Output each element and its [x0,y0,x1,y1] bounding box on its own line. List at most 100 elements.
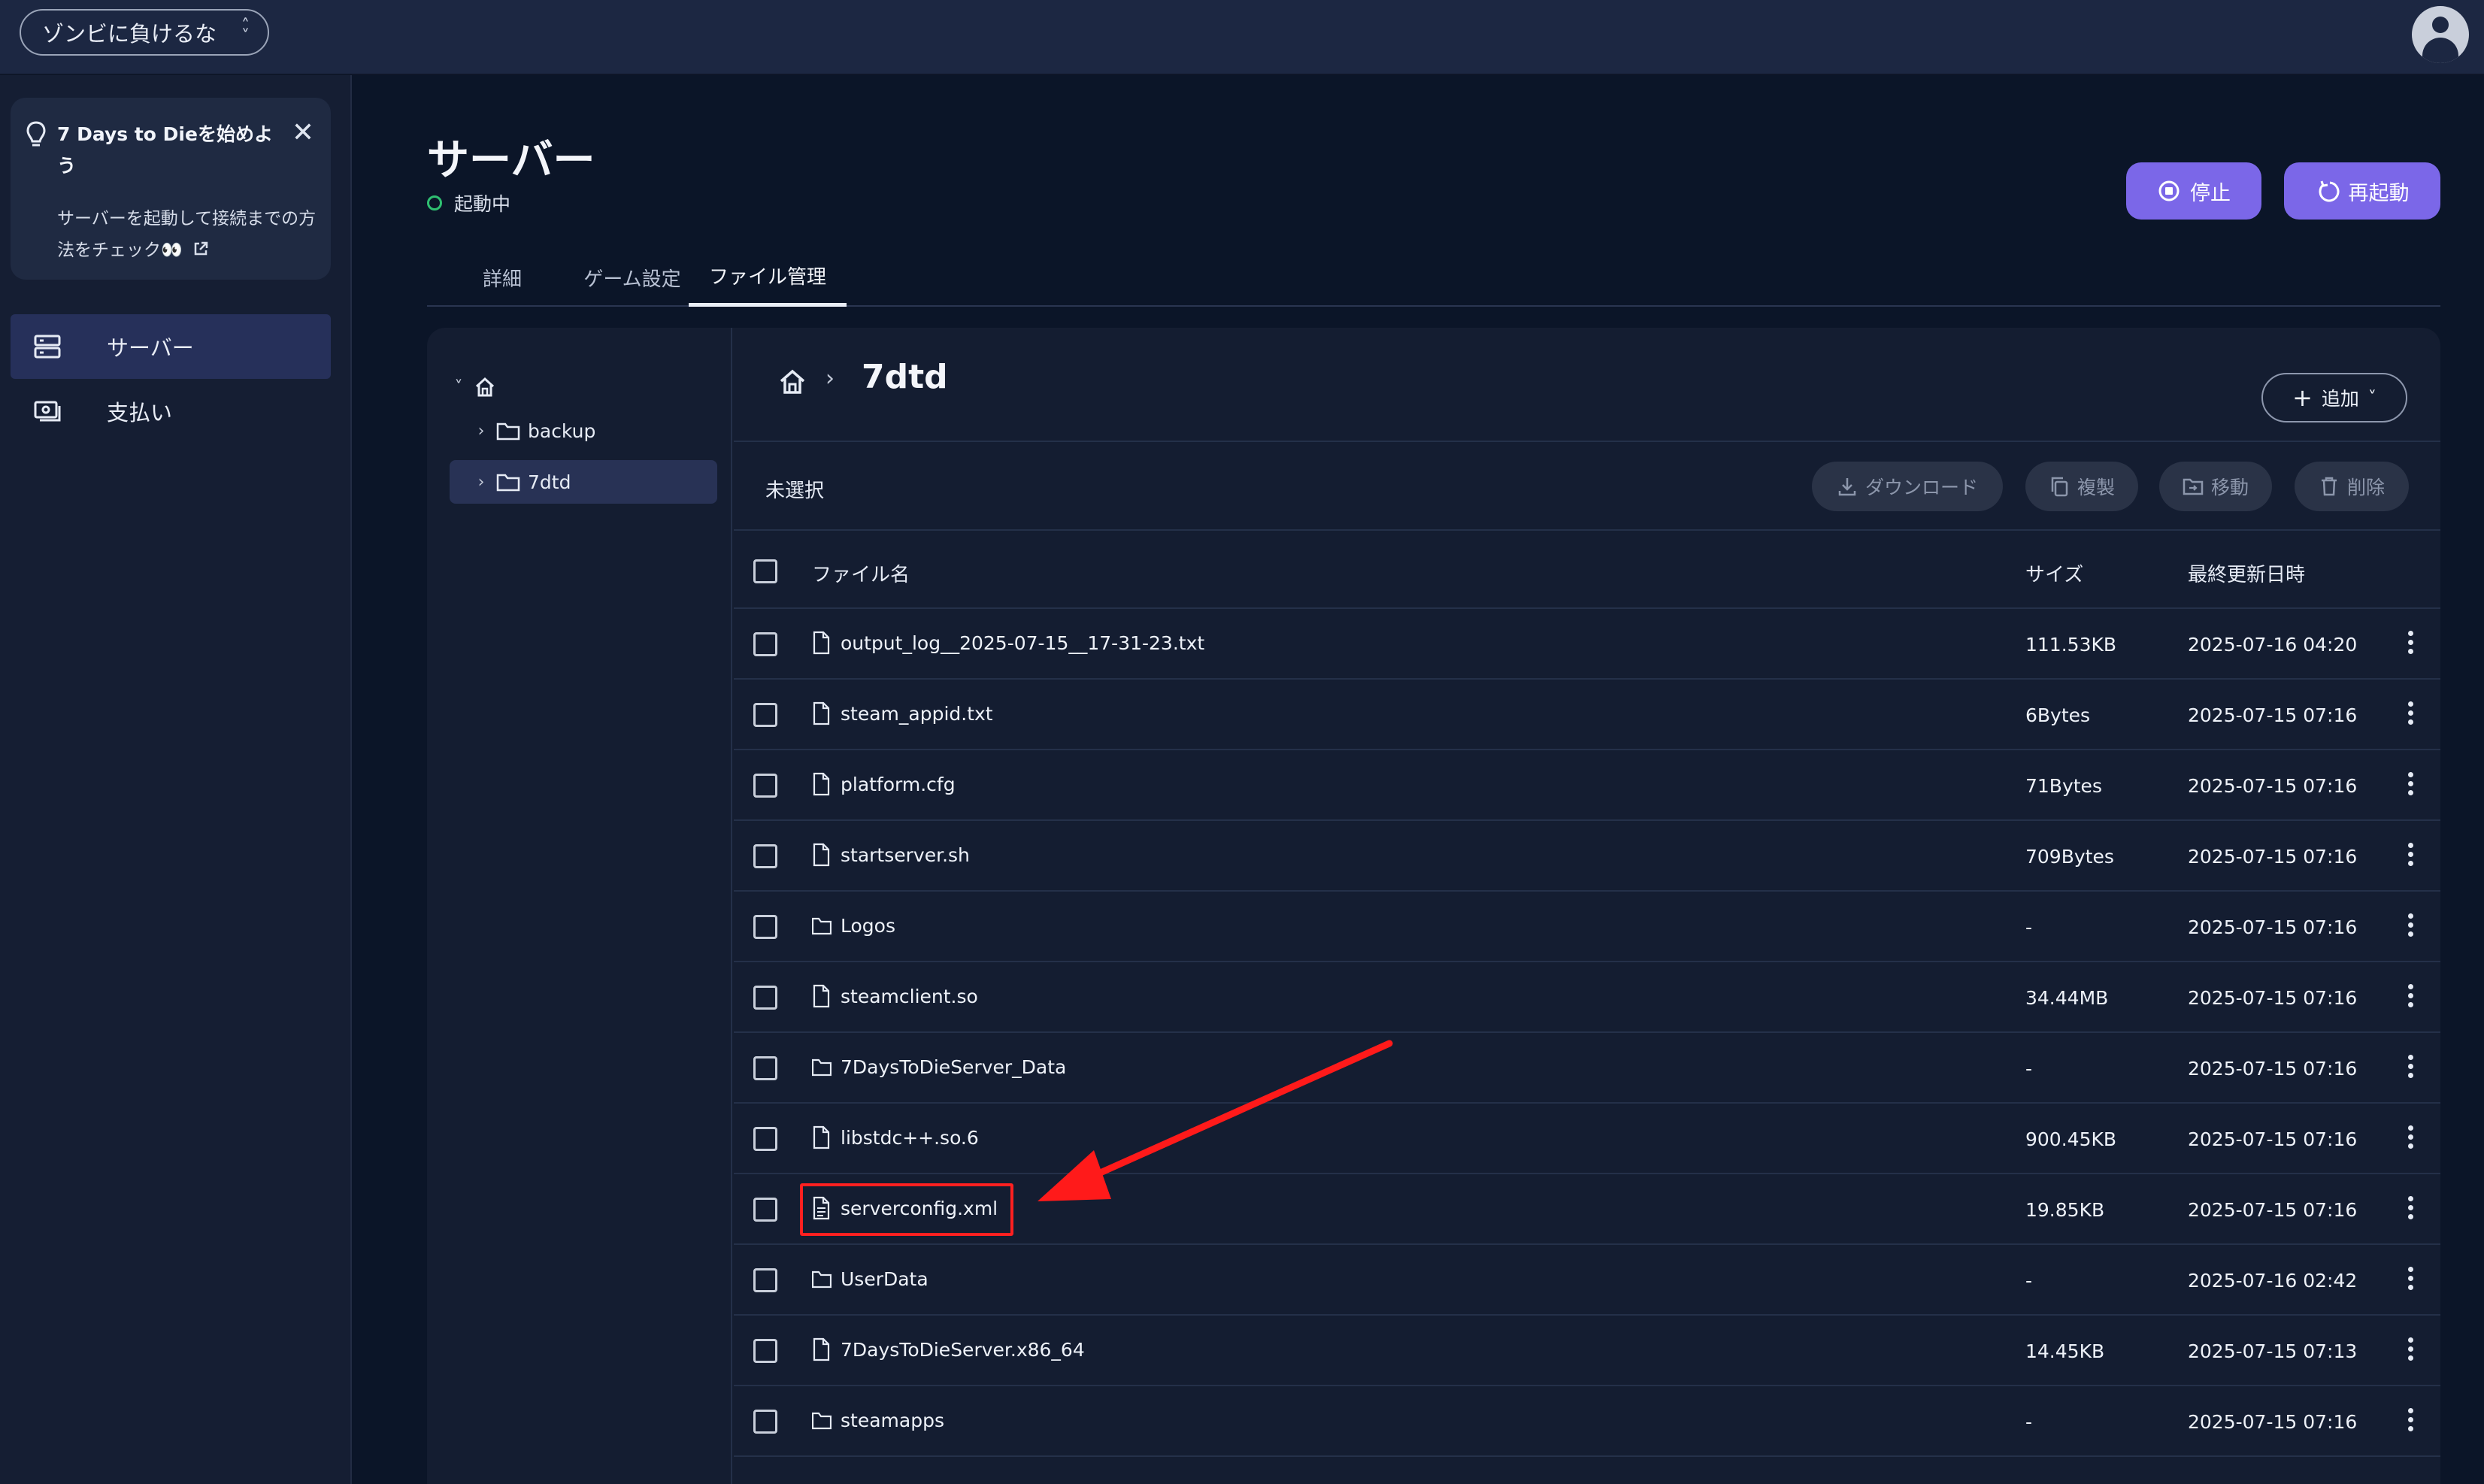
file-name-cell[interactable]: steamclient.so [812,984,978,1008]
row-checkbox[interactable] [753,1056,777,1080]
row-checkbox[interactable] [753,1127,777,1151]
file-name-cell[interactable]: platform.cfg [812,772,956,796]
home-icon[interactable] [777,367,807,397]
file-name-cell[interactable]: startserver.sh [812,843,970,867]
tip-link[interactable]: サーバーを起動して接続までの方法をチェック👀 [57,203,320,266]
move-button[interactable]: 移動 [2159,462,2272,511]
tree-item-backup[interactable]: › backup [450,409,717,453]
more-options-icon[interactable] [2404,1196,2416,1219]
more-options-icon[interactable] [2404,984,2416,1007]
copy-button[interactable]: 複製 [2025,462,2138,511]
table-row[interactable]: output_log__2025-07-15__17-31-23.txt 111.… [734,609,2440,680]
more-options-icon[interactable] [2404,701,2416,725]
current-folder: 7dtd [862,358,948,396]
column-header-name[interactable]: ファイル名 [812,559,910,587]
table-row[interactable]: 7DaysToDieServer.x86_64 14.45KB 2025-07-15… [734,1316,2440,1386]
table-row[interactable]: UserData - 2025-07-16 02:42 [734,1245,2440,1316]
chevron-right-icon[interactable]: › [472,473,490,492]
file-name-cell[interactable]: libstdc++.so.6 [812,1125,979,1149]
more-options-icon[interactable] [2404,1125,2416,1149]
stop-button[interactable]: 停止 [2126,162,2261,220]
row-checkbox[interactable] [753,1410,777,1434]
file-name-cell[interactable]: 7DaysToDieServer.x86_64 [812,1337,1085,1361]
row-checkbox[interactable] [753,774,777,798]
close-icon[interactable]: ✕ [290,120,316,147]
file-name: steamapps [841,1409,944,1431]
more-options-icon[interactable] [2404,1267,2416,1290]
tree-root[interactable]: ˅ [450,365,717,409]
select-all-checkbox[interactable] [753,559,777,583]
file-name-cell[interactable]: steamapps [812,1408,944,1432]
tab-game-settings[interactable]: ゲーム設定 [561,248,704,307]
file-name: output_log__2025-07-15__17-31-23.txt [841,631,1205,654]
table-row[interactable]: startserver.sh 709Bytes 2025-07-15 07:16 [734,821,2440,892]
tab-file-management[interactable]: ファイル管理 [689,248,847,307]
more-options-icon[interactable] [2404,843,2416,866]
more-options-icon[interactable] [2404,913,2416,937]
download-icon [1838,478,1856,496]
project-name: ゾンビに負けるな [42,21,217,47]
server-icon [34,335,61,359]
table-row[interactable]: steamapps - 2025-07-15 07:16 [734,1386,2440,1457]
restart-button[interactable]: 再起動 [2284,162,2440,220]
file-name-cell[interactable]: steam_appid.txt [812,701,993,725]
file-name-cell[interactable]: Logos [812,913,895,937]
row-checkbox[interactable] [753,1268,777,1292]
file-icon [813,631,830,655]
tab-bar: 詳細 ゲーム設定 ファイル管理 [427,248,2440,307]
table-row[interactable]: steamclient.so 34.44MB 2025-07-15 07:16 [734,962,2440,1033]
table-row[interactable]: platform.cfg 71Bytes 2025-07-15 07:16 [734,750,2440,821]
file-size: 900.45KB [2025,1128,2117,1150]
more-options-icon[interactable] [2404,772,2416,795]
folder-icon [496,422,520,441]
row-checkbox[interactable] [753,1339,777,1363]
stop-label: 停止 [2190,181,2231,205]
row-checkbox[interactable] [753,703,777,727]
chevron-right-icon[interactable]: › [472,422,490,441]
tip-body: サーバーを起動して接続までの方法をチェック👀 [57,209,317,260]
table-row[interactable]: Logos - 2025-07-15 07:16 [734,892,2440,962]
row-checkbox[interactable] [753,1198,777,1222]
avatar-head [2432,17,2449,33]
more-options-icon[interactable] [2404,1408,2416,1431]
file-name-cell[interactable]: UserData [812,1267,928,1291]
more-options-icon[interactable] [2404,631,2416,654]
sidebar-item-server[interactable]: サーバー [11,314,331,379]
file-size: 19.85KB [2025,1199,2105,1221]
download-button[interactable]: ダウンロード [1812,462,2003,511]
row-checkbox[interactable] [753,844,777,868]
column-header-modified[interactable]: 最終更新日時 [2188,559,2305,587]
tree-item-7dtd[interactable]: › 7dtd [450,460,717,504]
row-checkbox[interactable] [753,986,777,1010]
column-header-size[interactable]: サイズ [2025,559,2083,587]
file-size: 709Bytes [2025,846,2114,868]
table-row[interactable]: steam_appid.txt 6Bytes 2025-07-15 07:16 [734,680,2440,750]
project-selector[interactable]: ゾンビに負けるな ˄ ˅ [20,9,269,56]
download-label: ダウンロード [1865,477,1978,498]
delete-label: 削除 [2346,477,2385,498]
file-icon [813,1337,830,1361]
row-checkbox[interactable] [753,632,777,656]
table-row[interactable]: libstdc++.so.6 900.45KB 2025-07-15 07:16 [734,1104,2440,1174]
move-folder-icon [2183,478,2204,495]
file-size: - [2025,1411,2033,1433]
more-options-icon[interactable] [2404,1337,2416,1361]
more-options-icon[interactable] [2404,1055,2416,1078]
file-size: 14.45KB [2025,1340,2105,1362]
file-name: steamclient.so [841,985,978,1007]
file-modified: 2025-07-15 07:13 [2188,1340,2358,1362]
tab-details[interactable]: 詳細 [457,248,547,307]
avatar[interactable] [2412,6,2469,63]
highlight-box [800,1183,1013,1236]
chevron-down-icon[interactable]: ˅ [450,378,468,397]
sidebar-item-payment[interactable]: 支払い [11,379,331,444]
table-row[interactable]: 7DaysToDieServer_Data -2025-07-15 07:16 [734,1033,2440,1104]
row-checkbox[interactable] [753,915,777,939]
file-modified: 2025-07-15 07:16 [2188,1058,2358,1080]
file-manager-panel: ˅ › backup › 7dtd › 7dtd + 追加 ˅ 未選択 ダウンロ… [427,328,2440,1484]
file-name-cell[interactable]: output_log__2025-07-15__17-31-23.txt [812,631,1204,655]
delete-button[interactable]: 削除 [2295,462,2409,511]
file-icon [813,843,830,867]
avatar-body [2422,38,2458,63]
add-button[interactable]: + 追加 ˅ [2261,373,2407,422]
